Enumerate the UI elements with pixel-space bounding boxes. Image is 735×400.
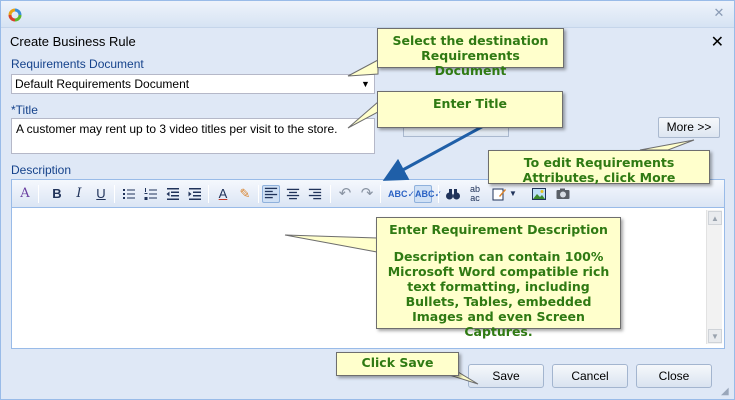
vertical-scrollbar[interactable]: ▲ ▼: [706, 210, 722, 344]
callout-enter-title: Enter Title: [377, 91, 563, 128]
scroll-up-icon[interactable]: ▲: [708, 211, 722, 225]
window-titlebar: ✕: [1, 1, 734, 28]
dialog-close-icon[interactable]: ✕: [711, 32, 724, 52]
more-button[interactable]: More >>: [658, 117, 720, 138]
font-color-icon[interactable]: A: [214, 185, 232, 203]
title-label: *Title: [11, 103, 38, 117]
cancel-button[interactable]: Cancel: [552, 364, 628, 388]
screen-capture-icon[interactable]: [554, 185, 572, 203]
dropdown-arrow-icon[interactable]: ▼: [357, 75, 374, 93]
callout-click-save: Click Save: [336, 352, 459, 376]
underline-icon[interactable]: U: [92, 185, 110, 203]
title-input[interactable]: A customer may rent up to 3 video titles…: [11, 118, 375, 154]
chevron-down-icon[interactable]: ▼: [508, 185, 518, 203]
align-right-icon[interactable]: [306, 185, 324, 203]
save-button[interactable]: Save: [468, 364, 544, 388]
bullet-list-icon[interactable]: [120, 185, 138, 203]
dialog-title: Create Business Rule: [10, 34, 136, 49]
font-size-icon[interactable]: A: [16, 185, 34, 203]
callout-description-heading: Enter Requirement Description: [389, 222, 608, 237]
insert-menu-icon[interactable]: [490, 185, 508, 203]
description-label: Description: [11, 163, 72, 177]
italic-icon[interactable]: I: [70, 185, 88, 203]
callout-select-document: Select the destination Requirements Docu…: [377, 28, 564, 78]
bold-icon[interactable]: B: [48, 185, 66, 203]
find-icon[interactable]: [444, 185, 462, 203]
undo-icon[interactable]: ↶: [336, 185, 354, 203]
app-logo-icon: [8, 8, 22, 22]
numbered-list-icon[interactable]: [142, 185, 160, 203]
callout-enter-description: Enter Requirement Description Descriptio…: [376, 217, 621, 339]
close-button[interactable]: Close: [636, 364, 712, 388]
redo-icon[interactable]: ↷: [358, 185, 376, 203]
align-left-icon[interactable]: [262, 185, 280, 203]
callout-description-body: Description can contain 100% Microsoft W…: [387, 249, 610, 339]
callout-edit-attributes: To edit Requirements Attributes, click M…: [488, 150, 710, 185]
create-business-rule-window: ✕ Create Business Rule ✕ Requirements Do…: [0, 0, 735, 400]
insert-image-icon[interactable]: [530, 185, 548, 203]
scroll-down-icon[interactable]: ▼: [708, 329, 722, 343]
indent-icon[interactable]: [186, 185, 204, 203]
replace-icon[interactable]: ab ac: [466, 185, 484, 203]
outdent-icon[interactable]: [164, 185, 182, 203]
spellcheck-options-icon[interactable]: ABC✓: [414, 185, 442, 203]
requirements-document-select[interactable]: Default Requirements Document ▼: [11, 74, 375, 94]
requirements-document-value: Default Requirements Document: [15, 77, 190, 91]
spellcheck-icon[interactable]: ABC✓: [388, 185, 415, 203]
resize-grip-icon[interactable]: ◢: [721, 386, 733, 398]
requirements-document-label: Requirements Document: [11, 57, 144, 71]
highlight-icon[interactable]: ✎: [236, 185, 254, 203]
window-close-icon[interactable]: ✕: [712, 6, 726, 20]
align-center-icon[interactable]: [284, 185, 302, 203]
